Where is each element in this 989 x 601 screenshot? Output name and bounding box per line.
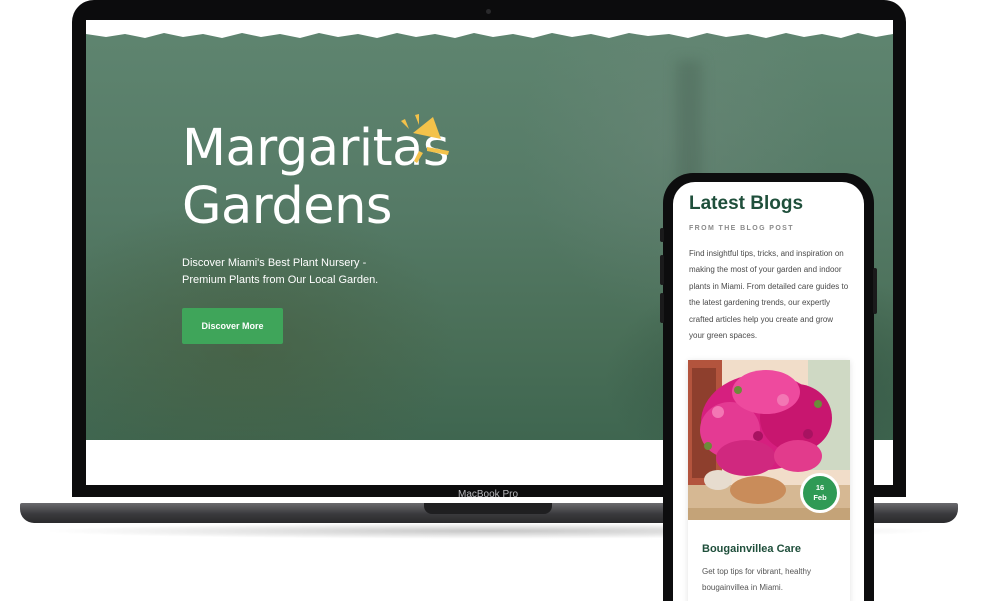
sparkle-icon xyxy=(401,114,449,163)
phone-side-button xyxy=(660,228,664,242)
blog-section-title: Latest Blogs xyxy=(689,193,804,214)
camera-dot xyxy=(486,9,491,14)
post-title[interactable]: Bougainvillea Care xyxy=(702,543,801,555)
discover-more-button[interactable]: Discover More xyxy=(182,308,283,344)
blog-post-card[interactable]: 16 Feb Bougainvillea Care Get top tips f… xyxy=(688,360,850,601)
date-badge: 16 Feb xyxy=(800,473,840,513)
date-day: 16 xyxy=(815,483,825,492)
phone-screen: Latest Blogs FROM THE BLOG POST Find ins… xyxy=(673,182,864,601)
post-excerpt: Get top tips for vibrant, healthy bougai… xyxy=(702,567,811,592)
hero-subtitle: Discover Miami's Best Plant Nursery - Pr… xyxy=(182,257,379,286)
date-month: Feb xyxy=(813,493,827,502)
laptop-brand-label: MacBook Pro xyxy=(457,489,519,500)
torn-paper-edge xyxy=(86,20,893,38)
blog-kicker: FROM THE BLOG POST xyxy=(689,225,794,232)
blog-description: Find insightful tips, tricks, and inspir… xyxy=(689,249,849,341)
phone-volume-up-button xyxy=(660,255,664,285)
phone-power-button xyxy=(873,268,877,314)
phone-volume-down-button xyxy=(660,293,664,323)
phone-frame: Latest Blogs FROM THE BLOG POST Find ins… xyxy=(660,173,877,601)
laptop-notch xyxy=(424,503,552,514)
